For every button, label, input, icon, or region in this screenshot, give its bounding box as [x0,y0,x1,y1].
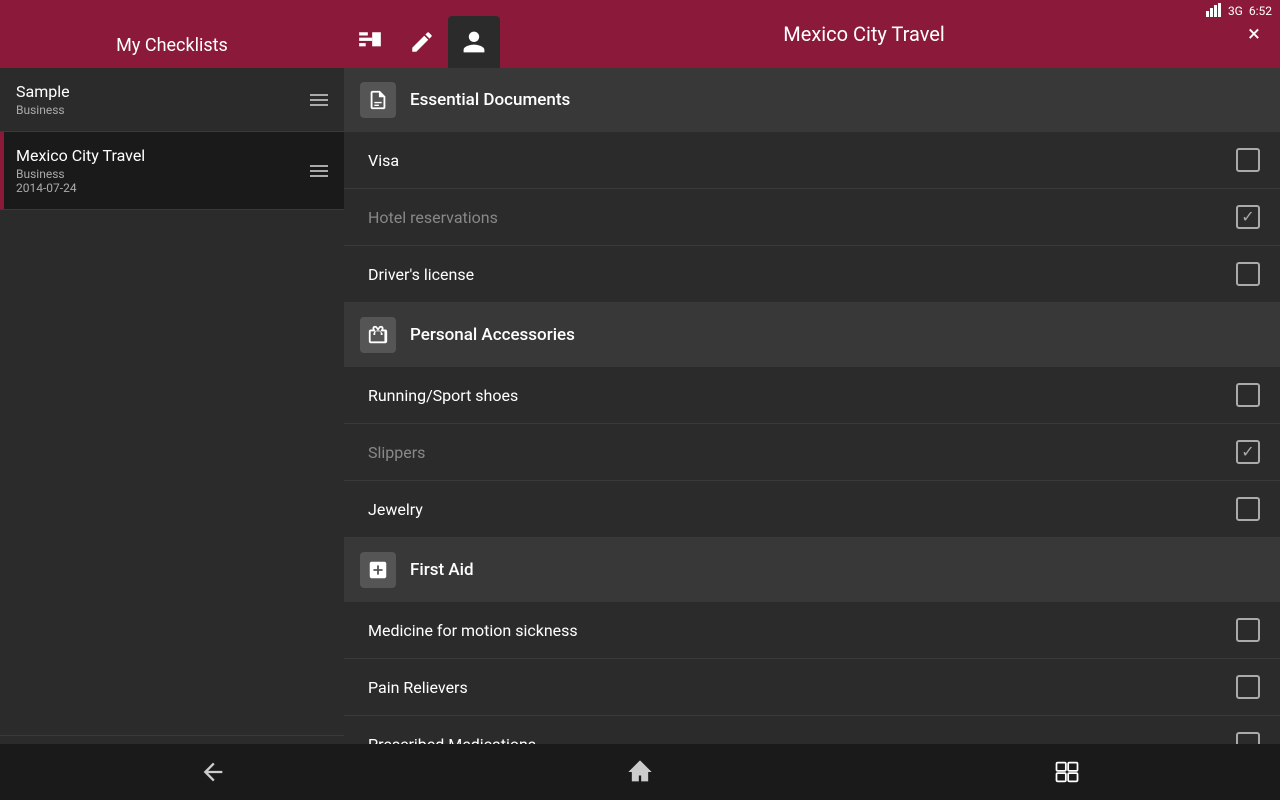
sidebar-item-date-mexico: 2014-07-24 [16,181,310,195]
item-name-pain-relief: Pain Relievers [368,678,468,697]
sidebar-item-name-mexico: Mexico City Travel [16,146,310,165]
content-title: Mexico City Travel [500,0,1228,68]
essential-docs-name: Essential Documents [410,90,570,110]
item-drivers-license[interactable]: Driver's license [344,246,1280,303]
item-name-hotel-res: Hotel reservations [368,208,498,227]
nav-home-btn[interactable] [600,758,680,786]
category-first-aid: First Aid [344,538,1280,602]
status-bar: 3G 6:52 [1160,0,1280,22]
header-tabs [344,0,500,68]
sidebar-item-mexico[interactable]: Mexico City Travel Business 2014-07-24 [0,132,344,210]
content-header: Mexico City Travel × [344,0,1280,68]
sidebar-list: Sample Business Mexico City Travel Busin… [0,68,344,735]
sidebar-item-info-mexico: Mexico City Travel Business 2014-07-24 [16,146,310,195]
tab-view[interactable] [448,16,500,68]
main-area: My Checklists Sample Business Mexic [0,0,1280,800]
tab-layout[interactable] [344,16,396,68]
item-slippers[interactable]: Slippers [344,424,1280,481]
personal-acc-icon [360,317,396,353]
item-name-drivers-license: Driver's license [368,265,474,284]
item-jewelry[interactable]: Jewelry [344,481,1280,538]
item-pain-relief[interactable]: Pain Relievers [344,659,1280,716]
item-running-shoes[interactable]: Running/Sport shoes [344,367,1280,424]
checkbox-jewelry[interactable] [1236,497,1260,521]
item-visa[interactable]: Visa [344,132,1280,189]
content-panel: Mexico City Travel × Essential Documents [344,0,1280,800]
checkbox-motion-sick[interactable] [1236,618,1260,642]
sidebar-title: My Checklists [116,35,228,56]
first-aid-icon [360,552,396,588]
first-aid-name: First Aid [410,560,474,580]
category-personal-acc: Personal Accessories [344,303,1280,367]
item-motion-sick[interactable]: Medicine for motion sickness [344,602,1280,659]
sidebar-item-sample[interactable]: Sample Business [0,68,344,132]
item-name-visa: Visa [368,151,399,170]
checklist-content: Essential Documents Visa Hotel reservati… [344,68,1280,800]
checkbox-running-shoes[interactable] [1236,383,1260,407]
category-essential-docs: Essential Documents [344,68,1280,132]
item-name-running-shoes: Running/Sport shoes [368,386,518,405]
item-name-motion-sick: Medicine for motion sickness [368,621,578,640]
nav-back-btn[interactable] [173,758,253,786]
app-container: 3G 6:52 My Checklists Sample Business [0,0,1280,800]
tab-edit[interactable] [396,16,448,68]
item-name-slippers: Slippers [368,443,425,462]
signal-icon [1206,3,1222,20]
sidebar-item-category-sample: Business [16,103,310,117]
signal-type: 3G [1228,4,1243,18]
sidebar: My Checklists Sample Business Mexic [0,0,344,800]
sidebar-header: My Checklists [0,0,344,68]
nav-recents-btn[interactable] [1027,758,1107,786]
item-hotel-res[interactable]: Hotel reservations [344,189,1280,246]
checkbox-pain-relief[interactable] [1236,675,1260,699]
bottom-nav [0,744,1280,800]
hamburger-icon-sample[interactable] [310,94,328,106]
personal-acc-name: Personal Accessories [410,325,575,345]
sidebar-item-category-mexico: Business [16,167,310,181]
item-name-jewelry: Jewelry [368,500,423,519]
clock: 6:52 [1249,4,1272,18]
checkbox-slippers[interactable] [1236,440,1260,464]
essential-docs-icon [360,82,396,118]
hamburger-icon-mexico[interactable] [310,165,328,177]
sidebar-item-name-sample: Sample [16,82,310,101]
sidebar-item-info-sample: Sample Business [16,82,310,117]
checkbox-visa[interactable] [1236,148,1260,172]
checkbox-drivers-license[interactable] [1236,262,1260,286]
checkbox-hotel-res[interactable] [1236,205,1260,229]
